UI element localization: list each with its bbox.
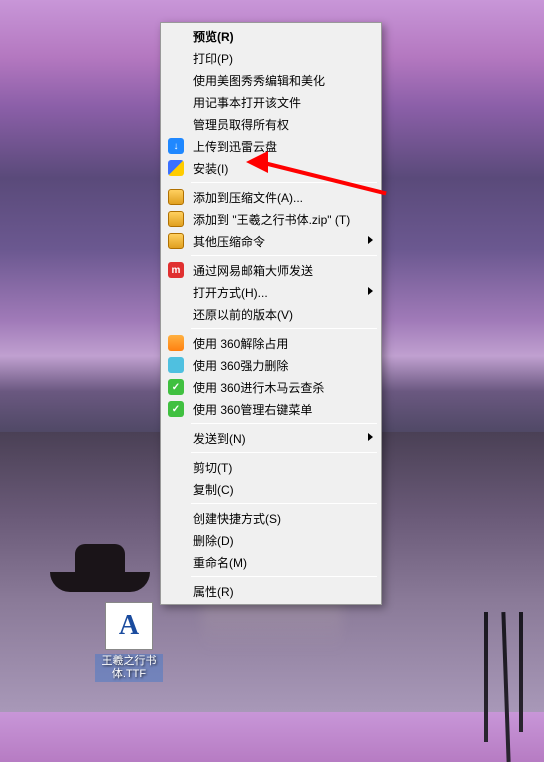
menu-item[interactable]: 使用美图秀秀编辑和美化 bbox=[163, 69, 379, 91]
menu-item-label: 使用 360强力删除 bbox=[193, 357, 288, 374]
netease-icon: m bbox=[168, 262, 184, 278]
menu-separator bbox=[191, 255, 377, 256]
menu-item-label: 管理员取得所有权 bbox=[193, 116, 289, 133]
menu-item-label: 打开方式(H)... bbox=[193, 284, 268, 301]
menu-item[interactable]: ↓ 上传到迅雷云盘 bbox=[163, 135, 379, 157]
context-menu: 预览(R) 打印(P) 使用美图秀秀编辑和美化用记事本打开该文件管理员取得所有权 ↓ 上… bbox=[160, 22, 382, 605]
menu-item-label: 使用 360解除占用 bbox=[193, 335, 288, 352]
menu-item[interactable]: m 通过网易邮箱大师发送 bbox=[163, 259, 379, 281]
menu-item-label: 重命名(M) bbox=[193, 554, 247, 571]
menu-item[interactable]: 安装(I) bbox=[163, 157, 379, 179]
menu-separator bbox=[191, 328, 377, 329]
menu-separator bbox=[191, 182, 377, 183]
menu-item-label: 创建快捷方式(S) bbox=[193, 510, 281, 527]
360-icon: ✓ bbox=[168, 379, 184, 395]
menu-item[interactable]: 重命名(M) bbox=[163, 551, 379, 573]
menu-item-label: 安装(I) bbox=[193, 160, 228, 177]
menu-item[interactable]: 创建快捷方式(S) bbox=[163, 507, 379, 529]
font-file-icon: A bbox=[105, 602, 153, 650]
menu-item[interactable]: 添加到 "王羲之行书体.zip" (T) bbox=[163, 208, 379, 230]
menu-item-label: 打印(P) bbox=[193, 50, 233, 67]
menu-item[interactable]: 其他压缩命令 bbox=[163, 230, 379, 252]
menu-item-label: 添加到压缩文件(A)... bbox=[193, 189, 303, 206]
unlock-icon bbox=[168, 335, 184, 351]
archive-icon bbox=[168, 233, 184, 249]
menu-item-label: 使用 360进行木马云查杀 bbox=[193, 379, 324, 396]
boat-silhouette bbox=[30, 502, 170, 592]
menu-item-label: 其他压缩命令 bbox=[193, 233, 265, 250]
menu-item-label: 用记事本打开该文件 bbox=[193, 94, 301, 111]
menu-item[interactable]: 添加到压缩文件(A)... bbox=[163, 186, 379, 208]
360-icon: ✓ bbox=[168, 401, 184, 417]
menu-item[interactable]: 发送到(N) bbox=[163, 427, 379, 449]
archive-icon bbox=[168, 211, 184, 227]
menu-separator bbox=[191, 423, 377, 424]
chevron-right-icon bbox=[368, 236, 373, 244]
menu-item-label: 发送到(N) bbox=[193, 430, 246, 447]
menu-item-label: 预览(R) bbox=[193, 28, 234, 45]
menu-item-label: 添加到 "王羲之行书体.zip" (T) bbox=[193, 211, 350, 228]
menu-item-label: 上传到迅雷云盘 bbox=[193, 138, 277, 155]
menu-item-label: 使用 360管理右键菜单 bbox=[193, 401, 312, 418]
menu-separator bbox=[191, 576, 377, 577]
menu-item[interactable]: 预览(R) bbox=[163, 25, 379, 47]
chevron-right-icon bbox=[368, 433, 373, 441]
menu-item[interactable]: 打印(P) bbox=[163, 47, 379, 69]
menu-item[interactable]: 剪切(T) bbox=[163, 456, 379, 478]
menu-item-label: 通过网易邮箱大师发送 bbox=[193, 262, 313, 279]
menu-separator bbox=[191, 452, 377, 453]
shred-icon bbox=[168, 357, 184, 373]
menu-item-label: 剪切(T) bbox=[193, 459, 232, 476]
menu-item[interactable]: 管理员取得所有权 bbox=[163, 113, 379, 135]
menu-item-label: 属性(R) bbox=[193, 583, 234, 600]
desktop-file-icon[interactable]: A 王羲之行书体.TTF bbox=[95, 602, 163, 682]
menu-item-label: 使用美图秀秀编辑和美化 bbox=[193, 72, 325, 89]
menu-item[interactable]: 属性(R) bbox=[163, 580, 379, 602]
menu-item[interactable]: 使用 360强力删除 bbox=[163, 354, 379, 376]
shield-icon bbox=[168, 160, 184, 176]
menu-item[interactable]: 打开方式(H)... bbox=[163, 281, 379, 303]
menu-separator bbox=[191, 503, 377, 504]
menu-item-label: 删除(D) bbox=[193, 532, 234, 549]
archive-icon bbox=[168, 189, 184, 205]
menu-item-label: 复制(C) bbox=[193, 481, 234, 498]
menu-item[interactable]: 用记事本打开该文件 bbox=[163, 91, 379, 113]
menu-item[interactable]: 还原以前的版本(V) bbox=[163, 303, 379, 325]
menu-item[interactable]: 使用 360解除占用 bbox=[163, 332, 379, 354]
menu-item[interactable]: 复制(C) bbox=[163, 478, 379, 500]
menu-item[interactable]: ✓ 使用 360管理右键菜单 bbox=[163, 398, 379, 420]
file-label: 王羲之行书体.TTF bbox=[95, 654, 163, 682]
menu-item-label: 还原以前的版本(V) bbox=[193, 306, 293, 323]
menu-item[interactable]: ✓ 使用 360进行木马云查杀 bbox=[163, 376, 379, 398]
xunlei-icon: ↓ bbox=[168, 138, 184, 154]
chevron-right-icon bbox=[368, 287, 373, 295]
menu-item[interactable]: 删除(D) bbox=[163, 529, 379, 551]
